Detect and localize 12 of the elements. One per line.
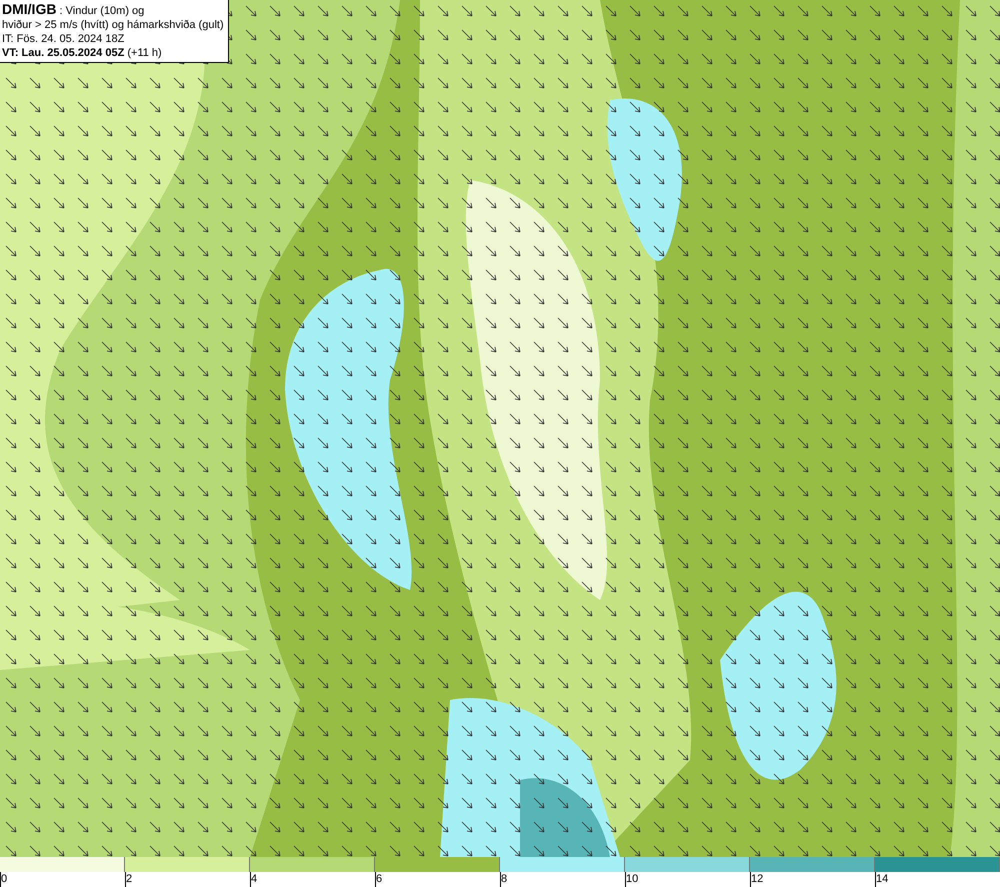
- title-line: hviður > 25 m/s (hvítt) og hámarkshviða (gult): [2, 18, 224, 32]
- legend-tick-label: 12: [751, 873, 764, 885]
- legend-tick-label: 0: [1, 873, 8, 885]
- title-line: DMI/IGB : Vindur (10m) og: [2, 2, 146, 18]
- legend-tick-label: 4: [251, 873, 258, 885]
- title-line: IT: Fös. 24. 05. 2024 18Z: [2, 32, 126, 46]
- legend-tick-label: 10: [626, 873, 638, 885]
- legend-tick-label: 6: [376, 873, 382, 885]
- legend-tick-label: 8: [501, 873, 508, 885]
- legend-tick-label: 14: [876, 873, 888, 885]
- legend-tick-label: 2: [126, 873, 132, 885]
- title-line: VT: Lau. 25.05.2024 05Z (+11 h): [2, 46, 163, 60]
